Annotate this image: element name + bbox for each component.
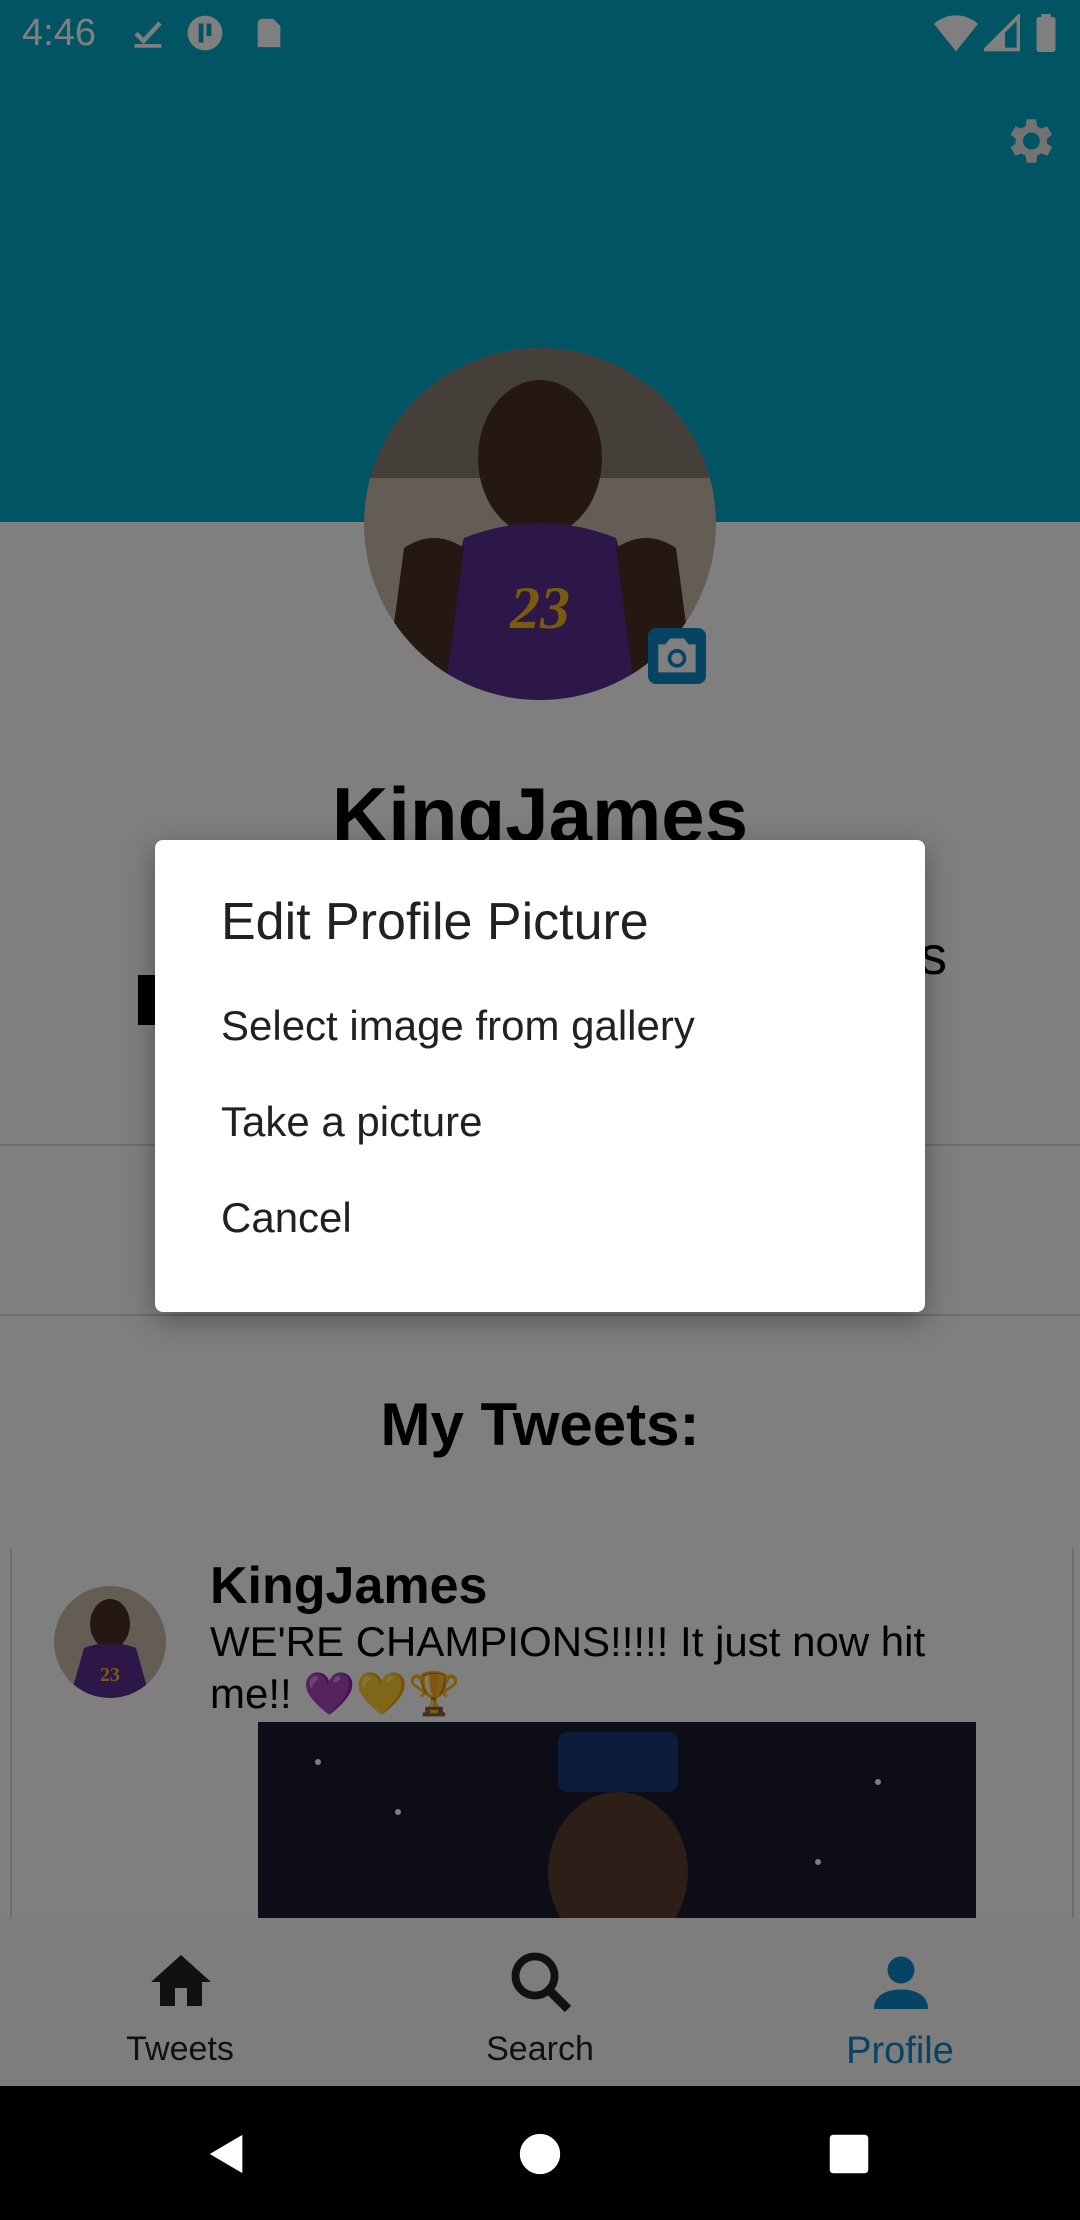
dialog-title: Edit Profile Picture [221, 893, 649, 951]
recents-icon[interactable] [828, 2133, 870, 2175]
cancel-option[interactable]: Cancel [221, 1194, 352, 1242]
select-from-gallery-option[interactable]: Select image from gallery [221, 1002, 695, 1050]
home-circle-icon[interactable] [518, 2132, 562, 2176]
back-icon[interactable] [204, 2130, 250, 2178]
edit-profile-picture-dialog: Edit Profile Picture Select image from g… [155, 840, 925, 1312]
take-picture-option[interactable]: Take a picture [221, 1098, 482, 1146]
